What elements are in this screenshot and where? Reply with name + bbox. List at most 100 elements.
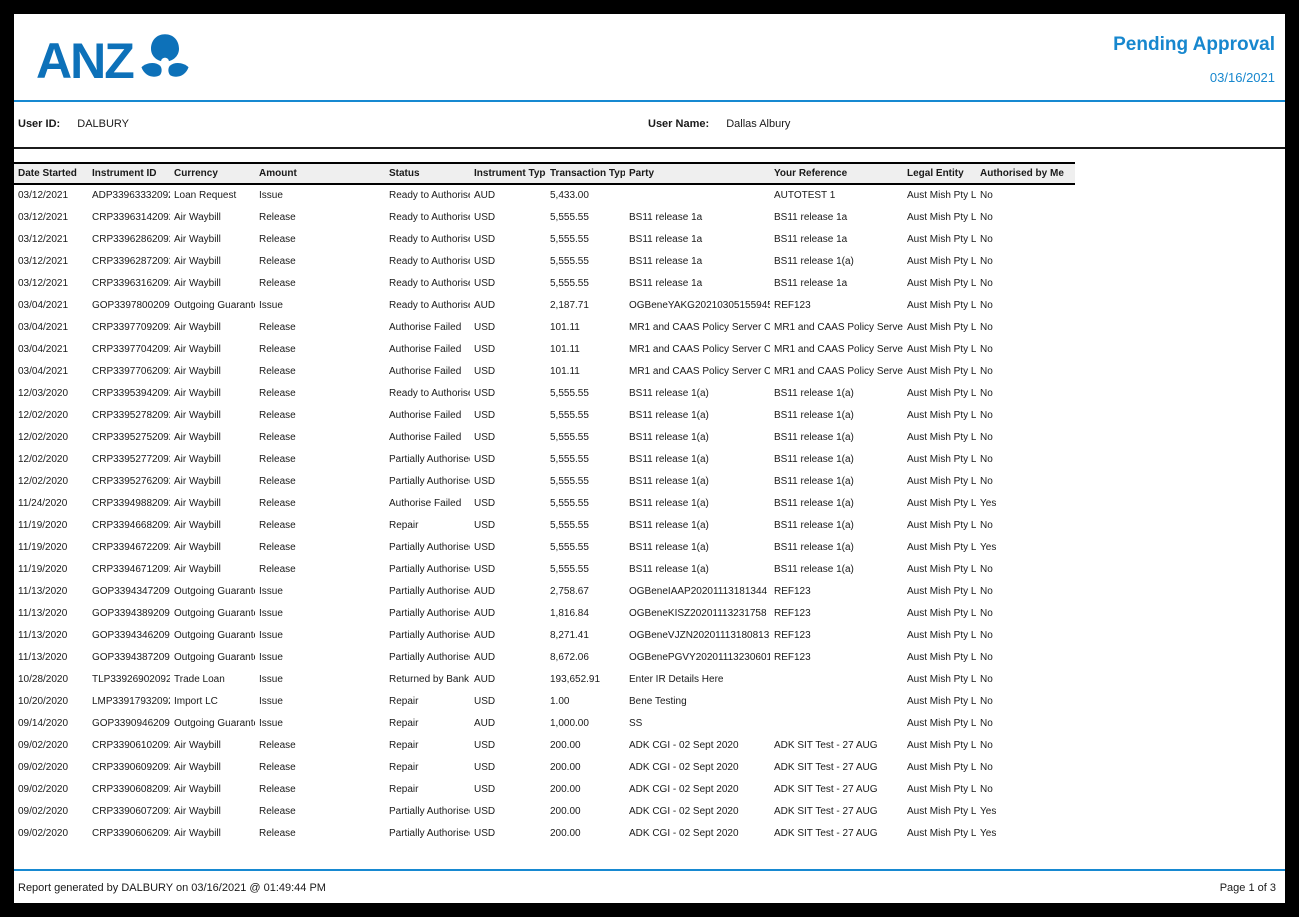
table-cell: No [976,646,1075,668]
table-cell: Ready to Authorise [385,272,470,294]
table-cell: Yes [976,822,1075,844]
table-cell: Authorise Failed [385,404,470,426]
table-cell: CRP33952782092 [88,404,170,426]
table-row: 12/02/2020CRP33952782092Air WaybillRelea… [14,404,1075,426]
table-cell: Repair [385,690,470,712]
table-cell: Outgoing Guarantee [170,294,255,316]
table-cell: USD [470,470,546,492]
table-cell: CRP33963142092 [88,206,170,228]
table-cell: Aust Mish Pty Ltd [903,734,976,756]
table-cell: Authorise Failed [385,426,470,448]
table-cell: CRP33946712092 [88,558,170,580]
table-cell: 5,555.55 [546,382,625,404]
column-header: Amount [255,163,385,184]
table-cell: Aust Mish Pty Ltd [903,448,976,470]
table-cell: BS11 release 1(a) [625,492,770,514]
table-cell: Aust Mish Pty Ltd [903,184,976,206]
table-cell: Partially Authorised [385,448,470,470]
table-row: 09/02/2020CRP33906092092Air WaybillRelea… [14,756,1075,778]
table-cell: CRP33906102092 [88,734,170,756]
table-cell: Import LC [170,690,255,712]
table-cell: AUD [470,294,546,316]
table-cell: 11/13/2020 [14,602,88,624]
table-cell: Release [255,822,385,844]
table-cell: MR1 and CAAS Policy Server Change [625,316,770,338]
table-cell: 1,816.84 [546,602,625,624]
table-cell: Release [255,514,385,536]
table-cell: ADP33963332092 [88,184,170,206]
table-cell: 200.00 [546,778,625,800]
table-cell: 09/14/2020 [14,712,88,734]
table-cell: Issue [255,668,385,690]
table-cell: Release [255,316,385,338]
table-cell: USD [470,492,546,514]
table-cell: 5,555.55 [546,250,625,272]
table-cell: 09/02/2020 [14,778,88,800]
table-cell: BS11 release 1(a) [625,382,770,404]
table-cell: No [976,316,1075,338]
table-cell: 8,672.06 [546,646,625,668]
table-cell: Aust Mish Pty Ltd [903,382,976,404]
table-cell: Yes [976,800,1075,822]
table-cell: 03/12/2021 [14,184,88,206]
table-cell: Aust Mish Pty Ltd [903,492,976,514]
table-cell [770,668,903,690]
table-cell: USD [470,448,546,470]
table-row: 12/02/2020CRP33952762092Air WaybillRelea… [14,470,1075,492]
table-cell: MR1 and CAAS Policy Server Cha [770,360,903,382]
table-cell: Air Waybill [170,360,255,382]
table-cell: BS11 release 1a [625,228,770,250]
table-row: 03/04/2021CRP33977062092Air WaybillRelea… [14,360,1075,382]
table-cell: BS11 release 1(a) [770,426,903,448]
table-row: 11/24/2020CRP33949882092Air WaybillRelea… [14,492,1075,514]
table-cell: Air Waybill [170,778,255,800]
footer-divider-line [14,869,1285,871]
table-cell: GOP33909462092 [88,712,170,734]
table-cell: MR1 and CAAS Policy Server Change [625,360,770,382]
table-cell: 12/02/2020 [14,448,88,470]
anz-logo-text: ANZ [36,36,133,86]
table-row: 11/13/2020GOP33943892092Outgoing Guarant… [14,602,1075,624]
table-cell: 5,555.55 [546,558,625,580]
table-row: 09/14/2020GOP33909462092Outgoing Guarant… [14,712,1075,734]
table-cell: 2,187.71 [546,294,625,316]
table-cell: USD [470,690,546,712]
table-row: 09/02/2020CRP33906062092Air WaybillRelea… [14,822,1075,844]
table-cell: REF123 [770,646,903,668]
table-cell: Issue [255,712,385,734]
table-cell: Trade Loan [170,668,255,690]
table-cell: USD [470,272,546,294]
table-cell: Partially Authorised [385,624,470,646]
table-cell: Release [255,250,385,272]
column-header: Status [385,163,470,184]
table-row: 10/20/2020LMP33917932092Import LCIssueRe… [14,690,1075,712]
table-cell: No [976,514,1075,536]
table-cell: 12/02/2020 [14,470,88,492]
table-row: 03/12/2021CRP33962862092Air WaybillRelea… [14,228,1075,250]
table-row: 03/12/2021CRP33963162092Air WaybillRelea… [14,272,1075,294]
table-cell: Ready to Authorise [385,228,470,250]
table-cell: Air Waybill [170,492,255,514]
table-cell: BS11 release 1(a) [625,448,770,470]
table-cell: 12/03/2020 [14,382,88,404]
table-cell: 5,555.55 [546,426,625,448]
table-cell: USD [470,228,546,250]
table-cell: 5,555.55 [546,228,625,250]
table-cell: No [976,668,1075,690]
table-cell: SS [625,712,770,734]
table-cell: 200.00 [546,800,625,822]
table-cell: BS11 release 1(a) [625,426,770,448]
table-cell: BS11 release 1(a) [770,536,903,558]
table-cell: BS11 release 1(a) [625,536,770,558]
table-cell: Aust Mish Pty Ltd [903,624,976,646]
table-cell: Ready to Authorise [385,294,470,316]
table-cell: CRP33906092092 [88,756,170,778]
table-row: 11/19/2020CRP33946722092Air WaybillRelea… [14,536,1075,558]
anz-lotus-icon [137,30,193,90]
table-cell: OGBenePGVY20201113230601 [625,646,770,668]
table-cell: No [976,624,1075,646]
table-cell: AUD [470,580,546,602]
table-cell: CRP33952772092 [88,448,170,470]
table-row: 09/02/2020CRP33906082092Air WaybillRelea… [14,778,1075,800]
table-cell: Enter IR Details Here [625,668,770,690]
